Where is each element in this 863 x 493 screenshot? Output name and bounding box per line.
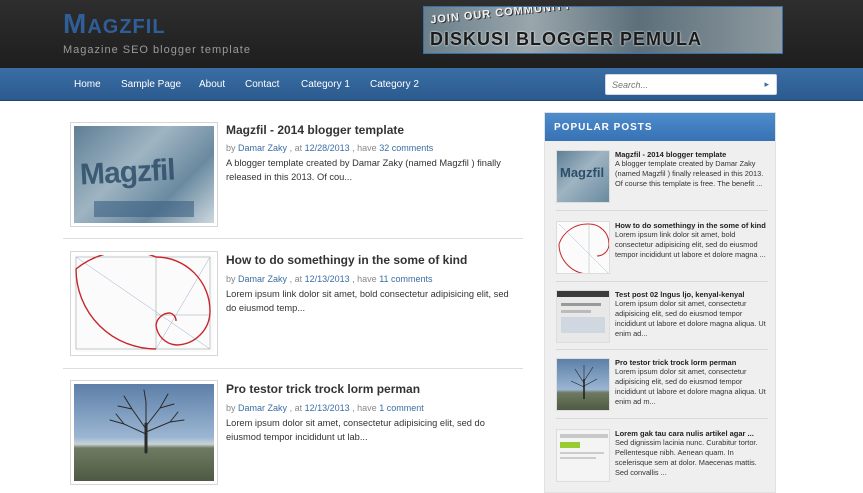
popular-post-thumbnail[interactable]: Magzfil — [556, 150, 610, 203]
post-comments-link[interactable]: 32 comments — [379, 143, 433, 153]
popular-post-item[interactable]: How to do somethingy in the some of kind… — [556, 221, 768, 276]
post-comments-link[interactable]: 11 comments — [379, 274, 432, 284]
sidebar: POPULAR POSTS Magzfil Magzfil - 2014 blo… — [544, 112, 776, 493]
banner-line1: JOIN OUR COMMUNITY — [429, 6, 573, 27]
post-thumbnail[interactable] — [70, 380, 218, 485]
post-date-link[interactable]: 12/13/2013 — [305, 274, 350, 284]
popular-post-thumbnail[interactable] — [556, 358, 610, 411]
popular-posts-title: POPULAR POSTS — [545, 113, 775, 141]
nav-category-1[interactable]: Category 1 — [301, 79, 350, 90]
popular-post-thumbnail[interactable] — [556, 290, 610, 343]
post-date-link[interactable]: 12/13/2013 — [305, 403, 350, 413]
post-thumbnail[interactable]: Magzfil — [70, 122, 218, 227]
site-header: Magzfil Magazine SEO blogger template JO… — [0, 0, 863, 68]
nav-contact[interactable]: Contact — [245, 79, 279, 90]
post-title[interactable]: How to do somethingy in the some of kind — [226, 253, 467, 267]
post-item: Magzfil Magzfil - 2014 blogger template … — [63, 121, 523, 231]
popular-post-item[interactable]: Pro testor trick trock lorm perman Lorem… — [556, 358, 768, 413]
popular-post-title[interactable]: Pro testor trick trock lorm perman — [615, 358, 768, 367]
post-author-link[interactable]: Damar Zaky — [238, 403, 287, 413]
site-tagline: Magazine SEO blogger template — [63, 44, 251, 56]
popular-post-thumbnail[interactable] — [556, 429, 610, 482]
post-excerpt: Lorem ipsum link dolor sit amet, bold co… — [226, 289, 509, 313]
site-logo[interactable]: Magzfil — [63, 8, 166, 40]
popular-post-title[interactable]: Test post 02 lngus ljo, kenyal-kenyal — [615, 290, 768, 299]
post-meta: by Damar Zaky , at 12/28/2013 , have 32 … — [226, 143, 434, 153]
post-excerpt: A blogger template created by Damar Zaky… — [226, 158, 501, 182]
popular-post-thumbnail[interactable] — [556, 221, 610, 274]
post-divider — [63, 368, 523, 369]
post-meta: by Damar Zaky , at 12/13/2013 , have 11 … — [226, 274, 433, 284]
popular-divider — [556, 281, 768, 282]
post-item: How to do somethingy in the some of kind… — [63, 250, 523, 360]
nav-sample-page[interactable]: Sample Page — [121, 79, 181, 90]
popular-divider — [556, 210, 768, 211]
post-author-link[interactable]: Damar Zaky — [238, 274, 287, 284]
popular-divider — [556, 418, 768, 419]
popular-post-title[interactable]: How to do somethingy in the some of kind — [615, 221, 768, 230]
community-banner[interactable]: JOIN OUR COMMUNITY DISKUSI BLOGGER PEMUL… — [423, 6, 783, 54]
post-thumbnail[interactable] — [70, 251, 218, 356]
post-author-link[interactable]: Damar Zaky — [238, 143, 287, 153]
post-comments-link[interactable]: 1 comment — [379, 403, 424, 413]
post-item: Pro testor trick trock lorm perman by Da… — [63, 379, 523, 489]
popular-post-item[interactable]: Test post 02 lngus ljo, kenyal-kenyal Lo… — [556, 290, 768, 345]
post-title[interactable]: Magzfil - 2014 blogger template — [226, 123, 404, 137]
popular-divider — [556, 349, 768, 350]
nav-home[interactable]: Home — [74, 79, 101, 90]
banner-line2: DISKUSI BLOGGER PEMULA — [430, 29, 703, 49]
popular-post-title[interactable]: Magzfil - 2014 blogger template — [615, 150, 768, 159]
popular-post-excerpt: A blogger template created by Damar Zaky… — [615, 159, 764, 188]
search-input[interactable] — [612, 78, 752, 92]
post-meta: by Damar Zaky , at 12/13/2013 , have 1 c… — [226, 403, 424, 413]
nav-category-2[interactable]: Category 2 — [370, 79, 419, 90]
popular-post-excerpt: Lorem ipsum dolor sit amet, consectetur … — [615, 299, 766, 338]
post-divider — [63, 238, 523, 239]
post-title[interactable]: Pro testor trick trock lorm perman — [226, 382, 420, 396]
popular-post-excerpt: Lorem ipsum link dolor sit amet, bold co… — [615, 230, 766, 259]
popular-post-title[interactable]: Lorem gak tau cara nulis artikel agar ..… — [615, 429, 768, 438]
popular-post-excerpt: Lorem ipsum dolor sit amet, consectetur … — [615, 367, 766, 406]
post-date-link[interactable]: 12/28/2013 — [305, 143, 350, 153]
popular-post-excerpt: Sed dignissim lacinia nunc. Curabitur to… — [615, 438, 758, 477]
search-submit-icon[interactable]: ▸ — [764, 79, 769, 90]
nav-about[interactable]: About — [199, 79, 225, 90]
popular-post-item[interactable]: Lorem gak tau cara nulis artikel agar ..… — [556, 429, 768, 484]
post-excerpt: Lorem ipsum dolor sit amet, consectetur … — [226, 418, 485, 442]
popular-post-item[interactable]: Magzfil Magzfil - 2014 blogger template … — [556, 150, 768, 205]
search-box: ▸ — [605, 74, 777, 95]
